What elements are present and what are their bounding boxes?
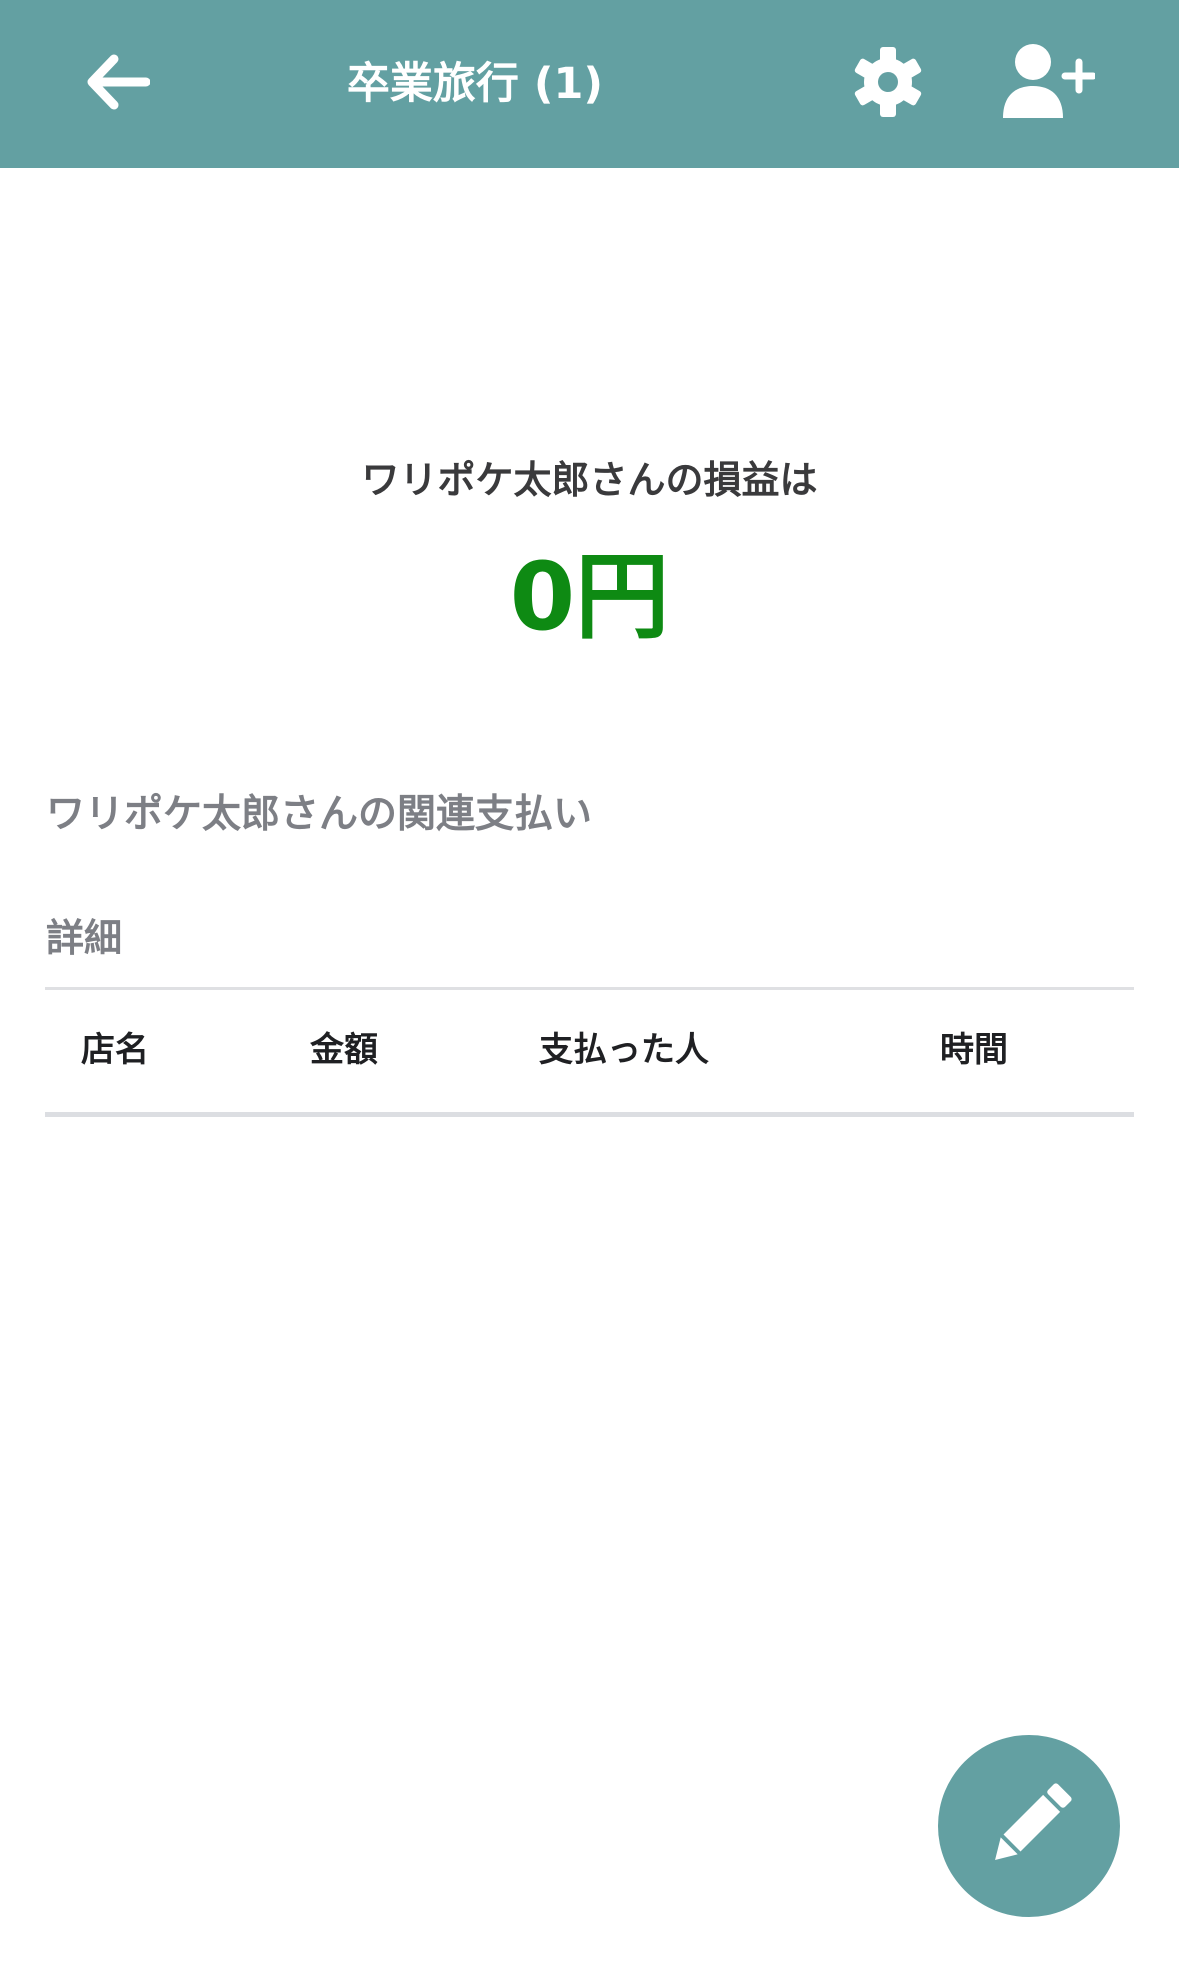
app-header: 卒業旅行 (1) [0,0,1179,168]
table-divider [45,1112,1134,1117]
edit-payment-button[interactable] [938,1735,1120,1917]
settings-button[interactable] [846,40,930,124]
user-plus-icon [1003,44,1095,118]
column-header-amount: 金額 [310,1030,378,1070]
column-header-store: 店名 [81,1030,149,1070]
related-payments-heading: ワリポケ太郎さんの関連支払い [46,792,593,837]
details-label: 詳細 [46,916,123,960]
add-member-button[interactable] [996,38,1098,124]
payments-table-header: 店名 金額 支払った人 時間 [45,990,1134,1112]
column-header-time: 時間 [940,1030,1008,1070]
page-title: 卒業旅行 (1) [346,59,604,109]
profit-loss-caption: ワリポケ太郎さんの損益は [361,458,818,502]
pencil-icon [995,1783,1072,1860]
profit-loss-amount: 0円 [509,543,670,652]
column-header-payer: 支払った人 [539,1030,709,1070]
back-button[interactable] [78,46,156,118]
gear-icon [854,47,922,117]
arrow-left-icon [87,54,150,110]
